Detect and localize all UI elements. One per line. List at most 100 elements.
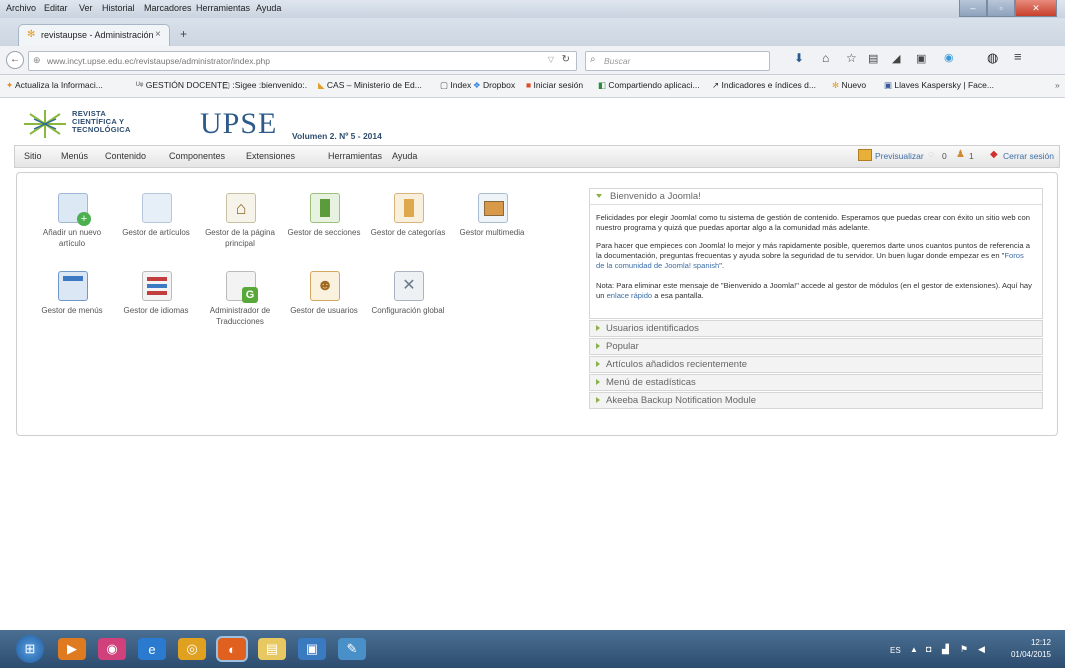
globe-icon: ⊕: [33, 55, 41, 65]
volume-label: Volumen 2. Nº 5 - 2014: [292, 131, 382, 141]
hamburger-menu-icon[interactable]: ≡: [1014, 49, 1022, 64]
journal-name: REVISTA CIENTÍFICA Y TECNOLÓGICA: [72, 109, 131, 134]
module-logged-users[interactable]: Usuarios identificados: [589, 320, 1043, 337]
bookmark-3[interactable]: ▢ :Sigee :bienvenido:.: [222, 80, 307, 91]
quick-icon-global-config[interactable]: ✕ Configuración global: [366, 261, 450, 339]
screenshot-icon[interactable]: ▣: [916, 52, 926, 65]
taskbar-app-9[interactable]: ✎: [338, 638, 366, 660]
maximize-button[interactable]: ▫: [987, 0, 1015, 17]
reading-list-icon[interactable]: ▤: [868, 52, 878, 65]
menu-ayuda[interactable]: Ayuda: [392, 151, 417, 161]
close-window-button[interactable]: ✕: [1015, 0, 1057, 17]
collapse-arrow-icon[interactable]: [596, 194, 602, 198]
menu-historial[interactable]: Historial: [102, 3, 135, 13]
bookmark-1[interactable]: ✦ Actualiza la Informaci...: [6, 80, 103, 91]
paint-icon: ✎: [346, 641, 358, 656]
download-icon[interactable]: ⬇: [794, 51, 804, 65]
dropbox-icon: ❖: [473, 80, 483, 90]
module-akeeba-backup[interactable]: Akeeba Backup Notification Module: [589, 392, 1043, 409]
menu-ver[interactable]: Ver: [79, 3, 93, 13]
volume-icon[interactable]: ◀: [978, 644, 985, 655]
language-manager-icon: [142, 271, 172, 301]
menu-editar[interactable]: Editar: [44, 3, 68, 13]
module-stats-menu[interactable]: Menú de estadísticas: [589, 374, 1043, 391]
bookmark-star-icon[interactable]: ☆: [846, 51, 857, 65]
quick-icon-article-manager[interactable]: Gestor de artículos: [114, 183, 198, 261]
quick-icon-frontpage-manager[interactable]: ⌂ Gestor de la página principal: [198, 183, 282, 261]
menu-sitio[interactable]: Sitio: [24, 151, 42, 161]
preview-link[interactable]: Previsualizar: [875, 151, 924, 161]
start-button[interactable]: ⊞: [16, 635, 44, 663]
welcome-title[interactable]: Bienvenido a Joomla!: [610, 191, 701, 202]
menu-herramientas[interactable]: Herramientas: [328, 151, 382, 161]
menu-archivo[interactable]: Archivo: [6, 3, 36, 13]
tray-network-icon[interactable]: ◘: [926, 644, 931, 654]
quick-icon-media-manager[interactable]: Gestor multimedia: [450, 183, 534, 261]
image-icon: ▣: [305, 641, 319, 656]
taskbar-chrome[interactable]: ◎: [178, 638, 206, 660]
flag-icon[interactable]: ⚑: [960, 644, 968, 655]
reload-icon[interactable]: ↻: [562, 54, 570, 65]
menu-componentes[interactable]: Componentes: [169, 151, 225, 161]
cas-icon: ◣: [318, 80, 327, 90]
browser-tab[interactable]: ✻ revistaupse - Administración ×: [18, 24, 170, 47]
quick-icon-language-manager[interactable]: Gestor de idiomas: [114, 261, 198, 339]
module-popular[interactable]: Popular: [589, 338, 1043, 355]
url-input[interactable]: ⊕ www.incyt.upse.edu.ec/revistaupse/admi…: [28, 51, 577, 71]
quick-icon-user-manager[interactable]: ☻ Gestor de usuarios: [282, 261, 366, 339]
send-icon[interactable]: ◢: [892, 52, 900, 65]
logout-link[interactable]: Cerrar sesión: [1003, 151, 1054, 161]
menu-extensiones[interactable]: Extensiones: [246, 151, 295, 161]
menu-ayuda[interactable]: Ayuda: [256, 3, 281, 13]
quick-link[interactable]: enlace rápido: [607, 291, 653, 300]
bookmark-10[interactable]: ✻ Nuevo: [832, 80, 866, 91]
taskbar-media-player[interactable]: ▶: [58, 638, 86, 660]
bookmark-5[interactable]: ▢ Index: [440, 80, 471, 91]
search-input[interactable]: ⌕ Buscar: [585, 51, 770, 71]
media-manager-icon: [478, 193, 508, 223]
tab-close-icon[interactable]: ×: [155, 29, 161, 40]
bookmark-11[interactable]: ▣ Llaves Kaspersky | Face...: [884, 80, 994, 91]
url-text: www.incyt.upse.edu.ec/revistaupse/admini…: [47, 56, 271, 66]
new-tab-button[interactable]: +: [180, 27, 187, 41]
taskbar-file-explorer[interactable]: ▤: [258, 638, 286, 660]
quick-icon-category-manager[interactable]: Gestor de categorías: [366, 183, 450, 261]
bookmark-8[interactable]: ◧ Compartiendo aplicaci...: [598, 80, 700, 91]
minimize-button[interactable]: –: [959, 0, 987, 17]
tray-arrow-icon[interactable]: ▲: [910, 645, 918, 654]
quick-icon-translation-manager[interactable]: G Administrador de Traducciones: [198, 261, 282, 339]
quick-icon-menu-manager[interactable]: Gestor de menús: [30, 261, 114, 339]
bookmark-2[interactable]: ᵁᵠ GESTIÓN DOCENTE: [136, 80, 228, 90]
home-icon[interactable]: ⌂: [822, 51, 829, 65]
expand-arrow-icon: [596, 343, 600, 349]
menu-marcadores[interactable]: Marcadores: [144, 3, 192, 13]
bookmark-6[interactable]: ❖ Dropbox: [473, 80, 515, 91]
quick-icon-section-manager[interactable]: Gestor de secciones: [282, 183, 366, 261]
back-button[interactable]: ←: [6, 51, 24, 69]
quick-icon-add-article[interactable]: + Añadir un nuevo artículo: [30, 183, 114, 261]
bookmark-4[interactable]: ◣ CAS – Ministerio de Ed...: [318, 80, 422, 91]
taskbar-internet-explorer[interactable]: e: [138, 638, 166, 660]
welcome-paragraph-3: Nota: Para eliminar este mensaje de "Bie…: [596, 281, 1032, 300]
bookmark-7[interactable]: ■ Iniciar sesión: [526, 80, 583, 90]
menu-menus[interactable]: Menús: [61, 151, 88, 161]
windows-logo-icon: ⊞: [24, 641, 36, 656]
menu-herramientas[interactable]: Herramientas: [196, 3, 250, 13]
system-clock[interactable]: 12:12 01/04/2015: [1011, 637, 1051, 661]
language-indicator[interactable]: ES: [890, 646, 901, 655]
taskbar-app-2[interactable]: ◉: [98, 638, 126, 660]
firefox-icon: ✦: [6, 80, 16, 90]
taskbar-app-8[interactable]: ▣: [298, 638, 326, 660]
bookmarks-overflow-icon[interactable]: »: [1055, 80, 1060, 90]
users-online-count: 1: [969, 151, 974, 161]
bookmark-9[interactable]: ↗ Indicadores e índices d...: [712, 80, 816, 91]
welcome-paragraph-1: Felicidades por elegir Joomla! como tu s…: [596, 213, 1030, 232]
sync-icon[interactable]: ◉: [944, 51, 954, 64]
module-recent-articles[interactable]: Artículos añadidos recientemente: [589, 356, 1043, 373]
menu-contenido[interactable]: Contenido: [105, 151, 146, 161]
quick-icons-panel: + Añadir un nuevo artículo Gestor de art…: [30, 183, 580, 339]
signal-icon[interactable]: ▟: [942, 644, 949, 655]
dropdown-icon[interactable]: ▽: [548, 55, 554, 64]
pocket-icon[interactable]: ◍: [987, 50, 998, 66]
taskbar-firefox[interactable]: ◐: [218, 638, 246, 660]
